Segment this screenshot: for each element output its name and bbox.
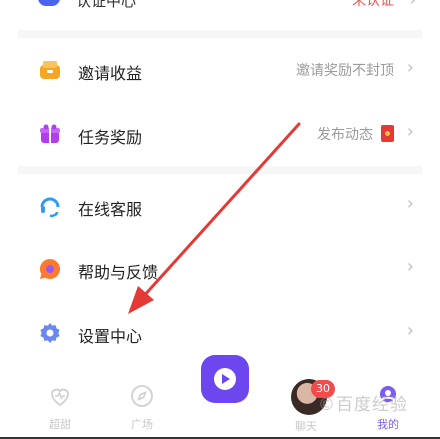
chevron-right-icon: › (406, 57, 414, 78)
tab-label: 聊天 (295, 420, 317, 433)
chevron-right-icon: › (406, 256, 414, 277)
compass-icon (131, 385, 153, 407)
section-divider (18, 30, 422, 38)
gear-icon (40, 323, 60, 343)
auth-center-row[interactable]: 认证中心 未认证 › (0, 0, 440, 30)
menu-item-service[interactable]: 在线客服 › (0, 182, 440, 230)
menu-item-label: 邀请收益 (78, 64, 143, 83)
feedback-icon (39, 258, 60, 279)
auth-center-label: 认证中心 (76, 0, 137, 10)
auth-icon (38, 0, 60, 6)
tab-label: 广场 (131, 418, 153, 431)
play-icon (214, 368, 236, 390)
publish-button[interactable] (201, 355, 249, 403)
heart-icon (51, 388, 69, 407)
chevron-right-icon: › (406, 121, 414, 142)
watermark: ©百度经验 (318, 395, 408, 415)
menu-item-label: 设置中心 (78, 327, 143, 346)
tab-square[interactable]: 广场 (112, 378, 172, 432)
tab-label: 超甜 (49, 418, 71, 431)
publish-post-text: 发布动态 (317, 127, 373, 143)
gift-icon (40, 124, 60, 143)
auth-status: 未认证 (352, 0, 394, 9)
menu-item-label: 帮助与反馈 (78, 263, 159, 282)
wallet-icon (40, 61, 60, 79)
section-divider (18, 166, 422, 174)
menu-item-label: 任务奖励 (78, 128, 143, 147)
chevron-right-icon: › (406, 193, 414, 214)
red-packet-icon (381, 125, 394, 142)
chevron-right-icon: › (406, 320, 414, 341)
menu-item-tasks[interactable]: 任务奖励 发布动态 › (0, 110, 440, 158)
menu-item-help[interactable]: 帮助与反馈 › (0, 245, 440, 293)
menu-item-value: 邀请奖励不封顶 (296, 63, 394, 79)
menu-item-value: 发布动态 (317, 124, 394, 144)
menu-item-label: 在线客服 (78, 200, 143, 219)
tab-label: 我的 (377, 418, 399, 431)
chevron-right-icon: › (410, 0, 416, 9)
headset-icon (40, 197, 60, 218)
tab-sweet[interactable]: 超甜 (30, 378, 90, 432)
menu-item-settings[interactable]: 设置中心 › (0, 309, 440, 357)
menu-item-invite[interactable]: 邀请收益 邀请奖励不封顶 › (0, 46, 440, 94)
